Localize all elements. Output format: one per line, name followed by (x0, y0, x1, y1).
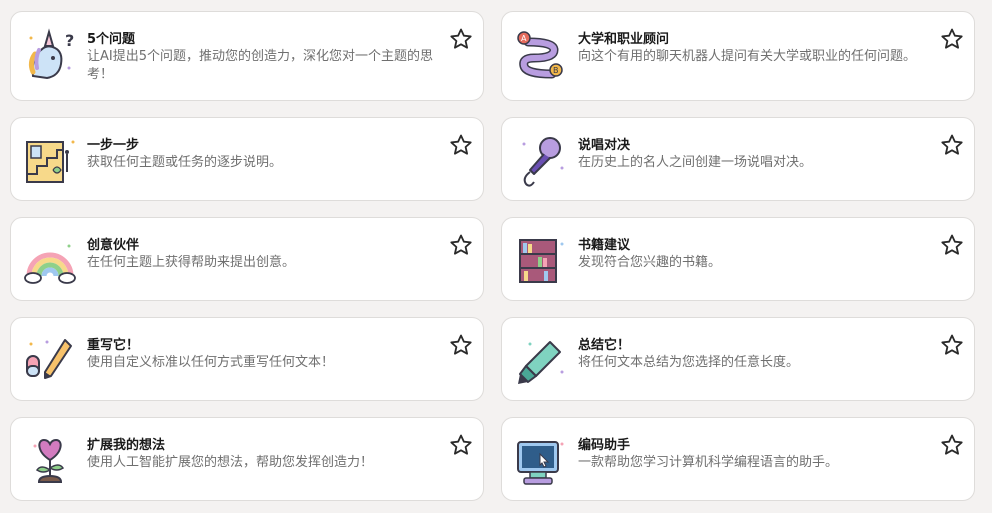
tool-card-step-by-step[interactable]: 一步一步 获取任何主题或任务的逐步说明。 (10, 117, 484, 201)
pencil-eraser-icon (23, 334, 77, 388)
card-title: 说唱对决 (578, 138, 631, 153)
tool-card-creative-partner[interactable]: 创意伙伴 在任何主题上获得帮助来提出创意。 (10, 217, 484, 301)
favorite-star-icon[interactable] (940, 133, 964, 157)
card-description: 将任何文本总结为您选择的任意长度。 (578, 355, 800, 370)
card-title: 扩展我的想法 (87, 438, 166, 453)
card-description: 获取任何主题或任务的逐步说明。 (87, 155, 283, 170)
svg-text:A: A (521, 34, 527, 43)
card-description: 使用人工智能扩展您的想法，帮助您发挥创造力！ (87, 455, 374, 470)
tool-card-college-career-advisor[interactable]: A B 大学和职业顾问 向这个有用的聊天机器人提问有关大学或职业的任何问题。 (501, 11, 975, 101)
favorite-star-icon[interactable] (449, 27, 473, 51)
svg-text:?: ? (65, 31, 74, 50)
computer-icon (514, 434, 568, 488)
card-title: 一步一步 (87, 138, 140, 153)
bookshelf-icon (514, 234, 568, 288)
card-description: 一款帮助您学习计算机科学编程语言的助手。 (578, 455, 839, 470)
favorite-star-icon[interactable] (940, 433, 964, 457)
heart-plant-icon (23, 434, 77, 488)
tool-card-expand-my-ideas[interactable]: 扩展我的想法 使用人工智能扩展您的想法，帮助您发挥创造力！ (10, 417, 484, 501)
tool-card-coding-assistant[interactable]: 编码助手 一款帮助您学习计算机科学编程语言的助手。 (501, 417, 975, 501)
favorite-star-icon[interactable] (449, 333, 473, 357)
microphone-icon (514, 134, 568, 188)
card-title: 创意伙伴 (87, 238, 140, 253)
highlighter-icon (514, 334, 568, 388)
card-title: 书籍建议 (578, 238, 631, 253)
favorite-star-icon[interactable] (940, 333, 964, 357)
card-description: 发现符合您兴趣的书籍。 (578, 255, 722, 270)
tool-card-summarize-it[interactable]: 总结它！ 将任何文本总结为您选择的任意长度。 (501, 317, 975, 401)
favorite-star-icon[interactable] (449, 433, 473, 457)
tool-card-book-suggestions[interactable]: 书籍建议 发现符合您兴趣的书籍。 (501, 217, 975, 301)
favorite-star-icon[interactable] (449, 233, 473, 257)
card-description: 向这个有用的聊天机器人提问有关大学或职业的任何问题。 (578, 49, 917, 64)
favorite-star-icon[interactable] (449, 133, 473, 157)
card-title: 大学和职业顾问 (578, 32, 670, 47)
card-title: 5个问题 (87, 32, 136, 47)
svg-text:B: B (553, 66, 559, 75)
stairs-icon (23, 134, 77, 188)
rainbow-icon (23, 234, 77, 288)
favorite-star-icon[interactable] (940, 233, 964, 257)
card-description: 使用自定义标准以任何方式重写任何文本！ (87, 355, 335, 370)
card-description: 在历史上的名人之间创建一场说唱对决。 (578, 155, 813, 170)
favorite-star-icon[interactable] (940, 27, 964, 51)
card-title: 重写它！ (87, 338, 140, 353)
card-description: 在任何主题上获得帮助来提出创意。 (87, 255, 296, 270)
tool-card-rap-battle[interactable]: 说唱对决 在历史上的名人之间创建一场说唱对决。 (501, 117, 975, 201)
tool-card-rewrite-it[interactable]: 重写它！ 使用自定义标准以任何方式重写任何文本！ (10, 317, 484, 401)
tool-card-5-questions[interactable]: ? 5个问题 让AI提出5个问题，推动您的创造力，深化您对一个主题的思考！ (10, 11, 484, 101)
unicorn-icon: ? (23, 28, 77, 82)
road-map-icon: A B (514, 28, 568, 82)
card-title: 编码助手 (578, 438, 631, 453)
card-title: 总结它！ (578, 338, 631, 353)
card-description: 让AI提出5个问题，推动您的创造力，深化您对一个主题的思考！ (87, 49, 433, 82)
